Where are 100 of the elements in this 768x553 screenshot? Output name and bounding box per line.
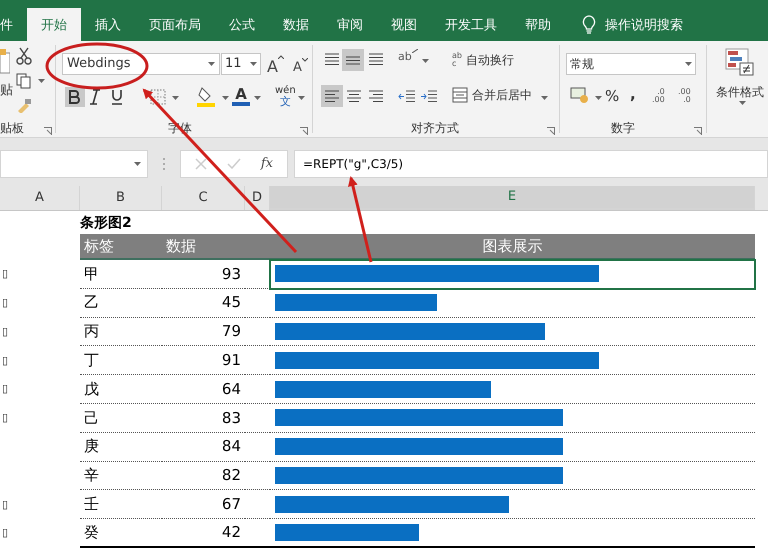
table-cell: 辛 (80, 462, 162, 490)
ribbon-tab[interactable]: 帮助 (511, 8, 565, 41)
paste-icon[interactable] (0, 49, 10, 75)
table-cell: 壬 (80, 490, 162, 520)
bar-cell[interactable] (270, 260, 755, 289)
table-cell: 67 (162, 490, 245, 520)
ribbon-tab[interactable]: 公式 (215, 8, 269, 41)
caret-icon[interactable] (595, 96, 602, 100)
italic-icon[interactable] (88, 89, 102, 105)
table-cell: 己 (80, 404, 162, 433)
table-cell: 乙 (80, 288, 162, 318)
decrease-decimal-button[interactable]: .00 .0 (678, 88, 691, 104)
table-cell: 79 (162, 318, 245, 346)
caret-icon[interactable] (541, 96, 548, 100)
bold-button[interactable] (65, 87, 85, 107)
table-cell: 83 (162, 404, 245, 433)
ribbon-tab[interactable]: 数据 (269, 8, 323, 41)
table-cell: 戊 (80, 375, 162, 404)
phonetic-guide-button[interactable]: wén 文 (275, 85, 296, 107)
lightbulb-icon[interactable] (581, 14, 597, 34)
group-label: 数字 (610, 120, 636, 137)
table-cell: 癸 (80, 519, 162, 548)
align-center-icon[interactable] (346, 88, 362, 104)
caret-icon[interactable] (739, 101, 746, 105)
conditional-format-button[interactable]: 条件格式 (716, 83, 764, 101)
table-cell: 93 (162, 260, 245, 289)
table-cell: 42 (162, 519, 245, 548)
caret-icon[interactable] (172, 96, 179, 100)
table-cell: 45 (162, 288, 245, 318)
align-top-icon[interactable] (324, 51, 340, 67)
cell-text: ▯ (2, 266, 8, 282)
align-bottom-icon[interactable] (368, 51, 384, 67)
caret-icon[interactable] (38, 79, 45, 83)
insert-function-button[interactable]: fx (260, 154, 273, 174)
ribbon-tab[interactable]: 审阅 (323, 8, 377, 41)
ribbon-tab[interactable]: 插入 (81, 8, 135, 41)
column-header[interactable]: B (80, 186, 162, 210)
format-painter-icon[interactable] (16, 97, 32, 113)
table-cell: 庚 (80, 432, 162, 462)
cell-text: ▯ (2, 410, 8, 426)
caret-icon[interactable] (250, 62, 257, 66)
dialog-launcher-icon[interactable] (44, 127, 52, 135)
comma-button[interactable]: , (630, 83, 636, 106)
paste-button[interactable]: 贴 (0, 81, 13, 100)
dialog-launcher-icon[interactable] (300, 127, 308, 135)
font-color-button[interactable]: A (232, 86, 250, 106)
cell-text: ▯ (2, 381, 8, 398)
font-name-dropdown[interactable]: Webdings (62, 53, 220, 75)
increase-decimal-button[interactable]: .0 .00 (652, 88, 665, 104)
ribbon-tab[interactable]: 开始 (27, 8, 81, 41)
tell-me-search[interactable]: 操作说明搜索 (605, 8, 683, 41)
dialog-launcher-icon[interactable] (694, 127, 702, 135)
table-cell: 91 (162, 346, 245, 376)
caret-icon[interactable] (422, 59, 429, 63)
ribbon-tab[interactable]: 开发工具 (431, 8, 511, 41)
caret-icon[interactable] (222, 96, 229, 100)
ribbon-tab[interactable]: 视图 (377, 8, 431, 41)
align-right-icon[interactable] (368, 88, 384, 104)
percent-button[interactable]: % (605, 85, 620, 108)
fill-color-icon[interactable] (196, 85, 218, 107)
increase-indent-icon[interactable] (420, 88, 438, 104)
shrink-font-button[interactable]: A (293, 58, 308, 78)
formula-field[interactable]: =REPT("g",C3/5) (294, 150, 768, 178)
caret-icon[interactable] (298, 96, 305, 100)
table-cell: 甲 (80, 260, 162, 289)
orientation-button[interactable]: ab (398, 49, 418, 66)
table-cell: 82 (162, 462, 245, 490)
underline-icon[interactable] (110, 89, 124, 105)
cell-text: ▯ (2, 496, 8, 513)
merge-cells-icon[interactable] (452, 87, 468, 103)
table-cell: 丙 (80, 318, 162, 346)
group-label: 对齐方式 (410, 120, 460, 137)
caret-icon[interactable] (685, 62, 692, 66)
borders-icon[interactable] (150, 89, 166, 105)
cell-text: ▯ (2, 525, 8, 542)
table-cell: 84 (162, 432, 245, 462)
font-size-dropdown[interactable]: 11 (221, 53, 261, 75)
group-label: 贴板 (0, 120, 24, 137)
decrease-indent-icon[interactable] (398, 88, 416, 104)
merge-center-button[interactable]: 合并后居中 (452, 86, 532, 104)
grow-font-button[interactable]: A (267, 55, 284, 79)
caret-icon[interactable] (134, 162, 141, 166)
number-format-dropdown[interactable]: 常规 (566, 53, 696, 75)
column-header[interactable]: E (270, 186, 755, 210)
caret-icon[interactable] (254, 96, 261, 100)
copy-icon[interactable] (16, 73, 32, 89)
ribbon-tab[interactable]: 页面布局 (135, 8, 215, 41)
table-cell: 64 (162, 375, 245, 404)
column-heading: 标签 (83, 236, 115, 257)
dialog-launcher-icon[interactable] (547, 127, 555, 135)
accounting-format-icon[interactable] (570, 87, 590, 105)
column-header[interactable]: C (162, 186, 245, 210)
conditional-format-icon[interactable] (724, 47, 754, 77)
cut-icon[interactable] (16, 47, 32, 65)
column-header[interactable]: A (0, 186, 80, 210)
column-heading: 图表展示 (482, 236, 544, 257)
caret-icon[interactable] (208, 62, 215, 66)
sheet-title: 条形图2 (80, 214, 133, 233)
ribbon-tab[interactable]: 件 (0, 8, 27, 41)
column-heading: 数据 (165, 236, 197, 257)
